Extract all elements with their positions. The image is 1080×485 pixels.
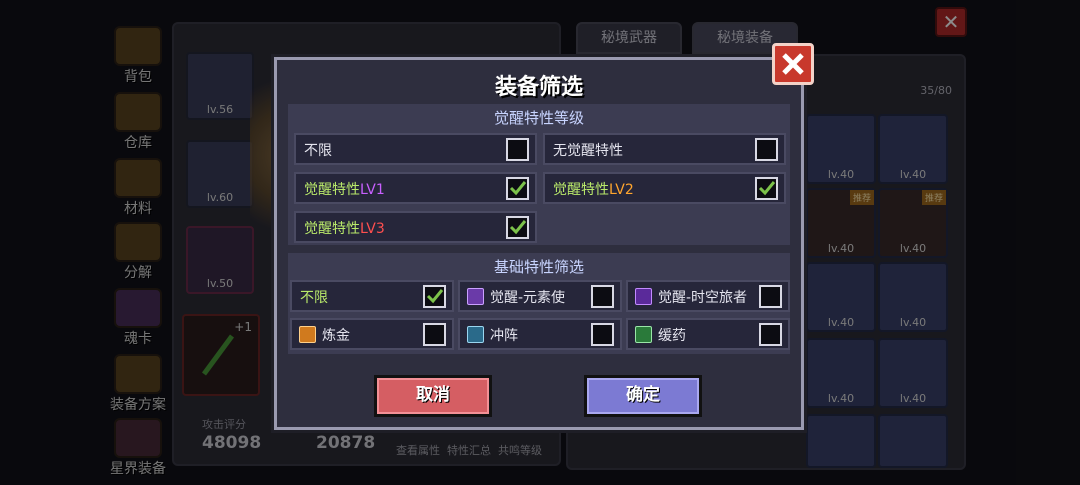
checkbox-checked[interactable] [423,285,446,308]
dialog-close-button[interactable] [772,43,814,85]
filter-timetraveler[interactable]: 觉醒-时空旅者 [626,280,790,312]
label-prefix: 觉醒特性 [304,182,360,198]
section-title: 觉醒特性等级 [493,109,584,127]
option-label: 无觉醒特性 [553,143,623,159]
option-label: 冲阵 [490,328,518,344]
checkbox-checked[interactable] [506,177,529,200]
dialog-title: 装备筛选 [494,75,583,100]
elemental-trait-icon [467,288,484,305]
checkbox[interactable] [759,323,782,346]
label-prefix: 觉醒特性 [553,182,609,198]
filter-no-awaken[interactable]: 无觉醒特性 [543,133,786,165]
option-label: 觉醒-时空旅者 [658,290,748,306]
checkmark-icon [426,289,444,304]
checkbox[interactable] [591,323,614,346]
cancel-button[interactable]: 取消 [374,375,492,417]
checkbox[interactable] [591,285,614,308]
close-icon [782,53,804,75]
filter-awaken-lv2[interactable]: 觉醒特性LV2 [543,172,786,204]
checkbox[interactable] [755,138,778,161]
label-level: LV2 [609,182,634,198]
label-level: LV1 [360,182,385,198]
label-prefix: 觉醒特性 [304,221,360,237]
basic-trait-section: 基础特性筛选 不限 觉醒-元素使 觉醒-时空旅者 炼金 冲阵 缓药 [288,253,790,354]
option-label: 炼金 [322,328,350,344]
checkmark-icon [758,181,776,196]
checkbox-checked[interactable] [506,216,529,239]
checkbox[interactable] [506,138,529,161]
filter-alchemy[interactable]: 炼金 [290,318,454,350]
alchemy-icon [299,326,316,343]
option-label: 觉醒特性LV2 [553,179,634,199]
section-title: 基础特性筛选 [493,258,584,276]
filter-basic-unlimited[interactable]: 不限 [290,280,454,312]
option-label: 缓药 [658,328,686,344]
label-level: LV3 [360,221,385,237]
time-traveler-trait-icon [635,288,652,305]
filter-charge[interactable]: 冲阵 [458,318,622,350]
equipment-filter-dialog: 装备筛选 觉醒特性等级 不限 无觉醒特性 觉醒特性LV1 觉醒特性LV2 觉醒特… [274,57,804,430]
filter-potion[interactable]: 缓药 [626,318,790,350]
potion-icon [635,326,652,343]
checkbox[interactable] [759,285,782,308]
charge-icon [467,326,484,343]
option-label: 觉醒特性LV1 [304,179,385,199]
checkmark-icon [509,220,527,235]
option-label: 不限 [304,143,332,159]
option-label: 不限 [300,290,328,306]
filter-awaken-lv3[interactable]: 觉醒特性LV3 [294,211,537,243]
filter-elemental[interactable]: 觉醒-元素使 [458,280,622,312]
filter-awaken-lv1[interactable]: 觉醒特性LV1 [294,172,537,204]
option-label: 觉醒特性LV3 [304,218,385,238]
checkbox-checked[interactable] [755,177,778,200]
filter-awaken-unlimited[interactable]: 不限 [294,133,537,165]
option-label: 觉醒-元素使 [490,290,566,306]
confirm-button[interactable]: 确定 [584,375,702,417]
checkbox[interactable] [423,323,446,346]
awaken-level-section: 觉醒特性等级 不限 无觉醒特性 觉醒特性LV1 觉醒特性LV2 觉醒特性LV3 [288,104,790,245]
checkmark-icon [509,181,527,196]
